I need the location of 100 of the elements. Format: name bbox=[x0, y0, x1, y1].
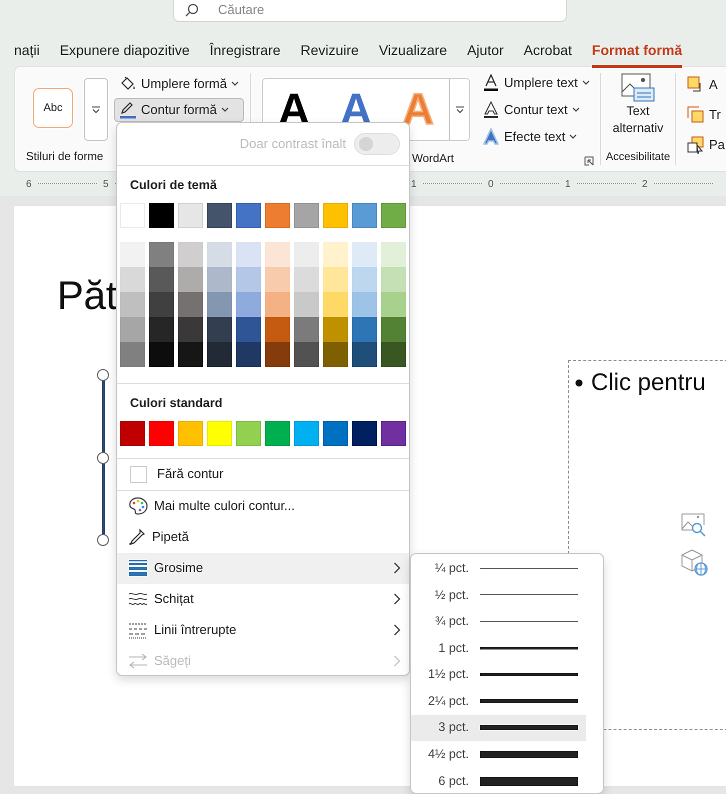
color-swatch[interactable] bbox=[178, 266, 203, 292]
search-field[interactable]: Căutare bbox=[173, 0, 567, 22]
color-swatch[interactable] bbox=[323, 420, 348, 446]
color-swatch[interactable] bbox=[323, 202, 348, 228]
ribbon-button[interactable]: Umplere formă bbox=[114, 72, 244, 96]
ribbon-button[interactable]: Efecte text bbox=[477, 125, 595, 149]
color-swatch[interactable] bbox=[381, 342, 406, 367]
color-swatch[interactable] bbox=[352, 342, 377, 367]
color-swatch[interactable] bbox=[207, 266, 232, 292]
menu-item[interactable]: Pipetă bbox=[117, 522, 409, 552]
slide-title[interactable]: Păt bbox=[57, 266, 118, 326]
color-swatch[interactable] bbox=[120, 420, 145, 446]
color-swatch[interactable] bbox=[149, 202, 174, 228]
color-swatch[interactable] bbox=[323, 242, 348, 267]
color-swatch[interactable] bbox=[352, 316, 377, 342]
color-swatch[interactable] bbox=[207, 292, 232, 317]
ribbon-tab[interactable]: Ajutor bbox=[467, 40, 504, 68]
menu-item[interactable]: Schițat bbox=[117, 584, 409, 614]
color-swatch[interactable] bbox=[294, 420, 319, 446]
color-swatch[interactable] bbox=[178, 316, 203, 342]
weight-option[interactable]: 4½ pct. bbox=[411, 741, 586, 768]
weight-option[interactable]: 6 pct. bbox=[411, 768, 586, 793]
menu-item[interactable]: Grosime bbox=[117, 552, 409, 584]
color-swatch[interactable] bbox=[323, 266, 348, 292]
color-swatch[interactable] bbox=[294, 316, 319, 342]
color-swatch[interactable] bbox=[236, 242, 261, 267]
color-swatch[interactable] bbox=[352, 420, 377, 446]
weight-option[interactable]: 3 pct. bbox=[411, 714, 586, 742]
dialog-launcher-icon[interactable] bbox=[584, 156, 594, 166]
color-swatch[interactable] bbox=[236, 266, 261, 292]
color-swatch[interactable] bbox=[236, 292, 261, 317]
color-swatch[interactable] bbox=[120, 292, 145, 317]
gallery-more-button[interactable] bbox=[449, 79, 469, 140]
ribbon-tab[interactable]: Revizuire bbox=[300, 40, 359, 68]
ribbon-button[interactable]: Contur formă bbox=[114, 98, 244, 122]
color-swatch[interactable] bbox=[207, 342, 232, 367]
arrange-button[interactable]: Pa bbox=[682, 133, 726, 157]
menu-item[interactable]: Mai multe culori contur... bbox=[117, 490, 409, 522]
arrange-button[interactable]: Tr bbox=[682, 103, 726, 127]
color-swatch[interactable] bbox=[207, 202, 232, 228]
color-swatch[interactable] bbox=[352, 242, 377, 267]
menu-item[interactable]: Fără contur bbox=[117, 458, 409, 490]
menu-item[interactable]: Linii întrerupte bbox=[117, 614, 409, 646]
ribbon-tab[interactable]: Expunere diapozitive bbox=[60, 40, 190, 68]
color-swatch[interactable] bbox=[120, 266, 145, 292]
color-swatch[interactable] bbox=[120, 242, 145, 267]
color-swatch[interactable] bbox=[265, 266, 290, 292]
color-swatch[interactable] bbox=[178, 420, 203, 446]
ribbon-tab[interactable]: Acrobat bbox=[524, 40, 572, 68]
color-swatch[interactable] bbox=[207, 316, 232, 342]
color-swatch[interactable] bbox=[149, 420, 174, 446]
color-swatch[interactable] bbox=[178, 202, 203, 228]
color-swatch[interactable] bbox=[149, 242, 174, 267]
color-swatch[interactable] bbox=[149, 342, 174, 367]
color-swatch[interactable] bbox=[149, 266, 174, 292]
color-swatch[interactable] bbox=[120, 342, 145, 367]
color-swatch[interactable] bbox=[381, 266, 406, 292]
color-swatch[interactable] bbox=[381, 420, 406, 446]
color-swatch[interactable] bbox=[178, 242, 203, 267]
color-swatch[interactable] bbox=[265, 420, 290, 446]
color-swatch[interactable] bbox=[323, 342, 348, 367]
picture-search-icon[interactable] bbox=[681, 513, 707, 537]
color-swatch[interactable] bbox=[294, 242, 319, 267]
color-swatch[interactable] bbox=[236, 316, 261, 342]
shape-style-swatch[interactable]: Abc bbox=[33, 88, 73, 128]
ribbon-tab[interactable]: Înregistrare bbox=[210, 40, 280, 68]
color-swatch[interactable] bbox=[236, 202, 261, 228]
color-swatch[interactable] bbox=[236, 342, 261, 367]
color-swatch[interactable] bbox=[323, 316, 348, 342]
color-swatch[interactable] bbox=[149, 292, 174, 317]
color-swatch[interactable] bbox=[207, 242, 232, 267]
color-swatch[interactable] bbox=[381, 242, 406, 267]
gallery-more-button[interactable] bbox=[84, 78, 108, 141]
color-swatch[interactable] bbox=[178, 342, 203, 367]
color-swatch[interactable] bbox=[294, 292, 319, 317]
color-swatch[interactable] bbox=[323, 292, 348, 317]
color-swatch[interactable] bbox=[178, 292, 203, 317]
color-swatch[interactable] bbox=[294, 342, 319, 367]
color-swatch[interactable] bbox=[265, 242, 290, 267]
color-swatch[interactable] bbox=[265, 316, 290, 342]
ribbon-button[interactable]: Umplere text bbox=[477, 71, 595, 95]
color-swatch[interactable] bbox=[352, 266, 377, 292]
color-swatch[interactable] bbox=[352, 292, 377, 317]
arrange-button[interactable]: A bbox=[682, 73, 726, 97]
color-swatch[interactable] bbox=[265, 202, 290, 228]
color-swatch[interactable] bbox=[294, 202, 319, 228]
color-swatch[interactable] bbox=[381, 202, 406, 228]
color-swatch[interactable] bbox=[149, 316, 174, 342]
color-swatch[interactable] bbox=[381, 292, 406, 317]
color-swatch[interactable] bbox=[236, 420, 261, 446]
ribbon-tab[interactable]: nații bbox=[14, 40, 40, 68]
ribbon-tab[interactable]: Vizualizare bbox=[378, 40, 448, 68]
color-swatch[interactable] bbox=[207, 420, 232, 446]
color-swatch[interactable] bbox=[381, 316, 406, 342]
color-swatch[interactable] bbox=[265, 292, 290, 317]
color-swatch[interactable] bbox=[120, 316, 145, 342]
alt-text-button[interactable]: Text alternativ bbox=[606, 67, 670, 147]
color-swatch[interactable] bbox=[265, 342, 290, 367]
color-swatch[interactable] bbox=[352, 202, 377, 228]
ribbon-button[interactable]: Contur text bbox=[477, 98, 595, 122]
